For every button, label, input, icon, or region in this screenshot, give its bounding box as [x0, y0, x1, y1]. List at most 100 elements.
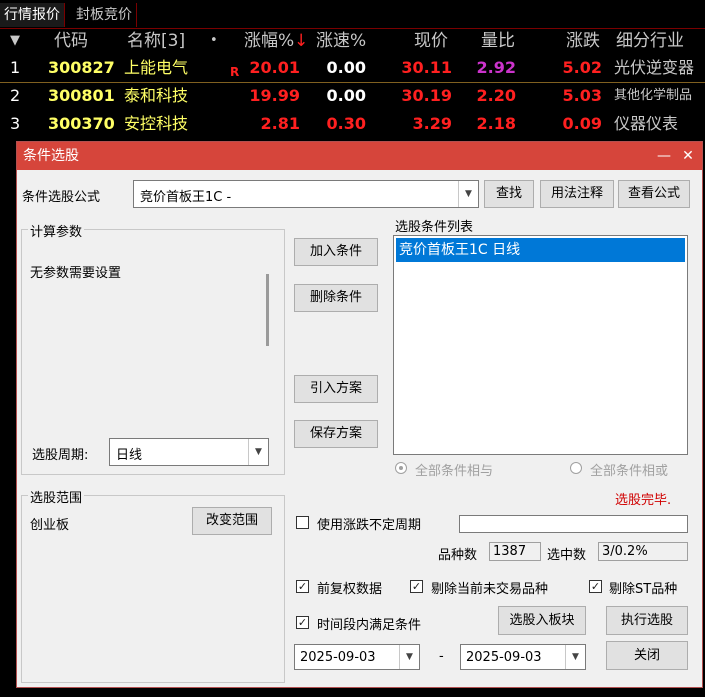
table-row[interactable]: 3 300370 安控科技 2.81 0.30 3.29 2.18 0.09 仪…	[0, 110, 705, 138]
end-date-picker[interactable]: 2025-09-03 ▼	[460, 644, 586, 670]
radio-or-label: 全部条件相或	[590, 464, 669, 479]
stock-name: 安控科技	[124, 114, 189, 133]
save-plan-button[interactable]: 保存方案	[294, 420, 378, 448]
industry: 仪器仪表	[614, 114, 679, 133]
view-formula-button[interactable]: 查看公式	[618, 180, 690, 208]
industry: 光伏逆变器	[614, 58, 695, 77]
change-pct: 19.99	[249, 86, 300, 105]
change: 5.02	[562, 58, 602, 77]
remove-untraded-label: 剔除当前未交易品种	[431, 582, 549, 597]
formula-label: 条件选股公式	[22, 190, 101, 205]
dialog-titlebar[interactable]: 条件选股 — ✕	[17, 142, 702, 170]
list-item[interactable]: 竞价首板王1C 日线	[396, 238, 685, 262]
variable-period-field[interactable]	[459, 515, 688, 533]
table-row[interactable]: 2 300801 泰和科技 19.99 0.00 30.19 2.20 5.03…	[0, 82, 705, 110]
start-date: 2025-09-03	[300, 650, 376, 665]
start-date-picker[interactable]: 2025-09-03 ▼	[294, 644, 420, 670]
price: 30.19	[401, 86, 452, 105]
column-price[interactable]: 现价	[414, 28, 448, 54]
remove-untraded-checkbox[interactable]: ✓	[410, 580, 423, 593]
date-separator: -	[439, 649, 444, 664]
conditions-list-label: 选股条件列表	[395, 220, 474, 235]
minimize-icon[interactable]: —	[653, 142, 675, 170]
column-industry[interactable]: 细分行业	[616, 28, 684, 54]
change-pct: 2.81	[260, 114, 300, 133]
params-group: 计算参数 无参数需要设置 选股周期: 日线 ▼	[21, 221, 285, 475]
column-code[interactable]: 代码	[54, 28, 88, 54]
tab-limit-bid[interactable]: 封板竞价	[72, 3, 137, 27]
column-dot: •	[210, 33, 218, 48]
tab-market-quote[interactable]: 行情报价	[0, 3, 65, 27]
stock-name: 泰和科技	[124, 86, 189, 105]
volume-ratio: 2.92	[476, 58, 516, 77]
range-group-title: 选股范围	[28, 487, 85, 506]
forward-adjust-label: 前复权数据	[317, 582, 383, 597]
params-scrollbar[interactable]	[266, 274, 269, 346]
remove-st-label: 剔除ST品种	[609, 582, 678, 597]
change: 0.09	[562, 114, 602, 133]
remove-st-checkbox[interactable]: ✓	[589, 580, 602, 593]
period-combo[interactable]: 日线 ▼	[109, 438, 269, 466]
column-change-pct[interactable]: 涨幅%	[244, 28, 294, 54]
column-menu-icon[interactable]: ▼	[10, 28, 20, 54]
chevron-down-icon[interactable]: ▼	[458, 181, 478, 207]
price: 30.11	[401, 58, 452, 77]
column-change[interactable]: 涨跌	[566, 28, 600, 54]
radio-and[interactable]	[395, 462, 407, 474]
close-icon[interactable]: ✕	[677, 142, 699, 170]
stock-name: 上能电气	[124, 58, 189, 77]
chevron-down-icon[interactable]: ▼	[565, 645, 585, 669]
range-value: 创业板	[30, 518, 70, 533]
selected-count-label: 选中数	[547, 548, 587, 563]
chevron-down-icon[interactable]: ▼	[399, 645, 419, 669]
variety-count: 1387	[489, 542, 541, 561]
condition-stock-dialog: 条件选股 — ✕ 条件选股公式 竞价首板王1C - ▼ 查找 用法注释 查看公式…	[16, 141, 703, 688]
column-volume-ratio[interactable]: 量比	[481, 28, 515, 54]
selected-count: 3/0.2%	[598, 542, 688, 561]
radio-and-label: 全部条件相与	[415, 464, 494, 479]
row-index: 2	[10, 86, 21, 105]
row-index: 1	[10, 58, 21, 77]
variable-period-checkbox[interactable]	[296, 516, 309, 529]
column-name[interactable]: 名称[3]	[127, 28, 185, 54]
range-group: 选股范围 创业板 改变范围	[21, 487, 285, 683]
find-button[interactable]: 查找	[484, 180, 534, 208]
close-button[interactable]: 关闭	[606, 641, 688, 670]
change-pct: 20.01	[249, 58, 300, 77]
stock-code: 300370	[48, 114, 115, 133]
import-plan-button[interactable]: 引入方案	[294, 375, 378, 403]
industry: 其他化学制品	[614, 88, 693, 103]
execute-button[interactable]: 执行选股	[606, 606, 688, 635]
formula-value: 竞价首板王1C -	[140, 190, 232, 205]
formula-combo[interactable]: 竞价首板王1C - ▼	[133, 180, 479, 208]
sort-down-arrow-icon: ↓	[294, 31, 309, 51]
delete-condition-button[interactable]: 删除条件	[294, 284, 378, 312]
chevron-down-icon[interactable]: ▼	[248, 439, 268, 465]
speed: 0.30	[326, 114, 366, 133]
status-text: 选股完毕.	[615, 493, 672, 508]
forward-adjust-checkbox[interactable]: ✓	[296, 580, 309, 593]
table-row[interactable]: 1 300827 上能电气 R 20.01 0.00 30.11 2.92 5.…	[0, 54, 705, 83]
variable-period-label: 使用涨跌不定周期	[317, 518, 422, 533]
radio-or[interactable]	[570, 462, 582, 474]
column-speed[interactable]: 涨速%	[316, 28, 366, 54]
volume-ratio: 2.18	[476, 114, 516, 133]
stock-code: 300801	[48, 86, 115, 105]
period-satisfy-label: 时间段内满足条件	[317, 618, 422, 633]
dialog-title: 条件选股	[23, 148, 79, 164]
speed: 0.00	[326, 86, 366, 105]
tab-bar: 行情报价 封板竞价	[0, 0, 705, 29]
period-label: 选股周期:	[32, 448, 89, 463]
period-satisfy-checkbox[interactable]: ✓	[296, 616, 309, 629]
row-index: 3	[10, 114, 21, 133]
usage-notes-button[interactable]: 用法注释	[540, 180, 614, 208]
end-date: 2025-09-03	[466, 650, 542, 665]
variety-count-label: 品种数	[438, 548, 478, 563]
add-condition-button[interactable]: 加入条件	[294, 238, 378, 266]
change: 5.03	[562, 86, 602, 105]
conditions-list[interactable]: 竞价首板王1C 日线	[393, 235, 688, 455]
price: 3.29	[412, 114, 452, 133]
add-to-block-button[interactable]: 选股入板块	[498, 606, 586, 635]
change-range-button[interactable]: 改变范围	[192, 507, 272, 535]
speed: 0.00	[326, 58, 366, 77]
